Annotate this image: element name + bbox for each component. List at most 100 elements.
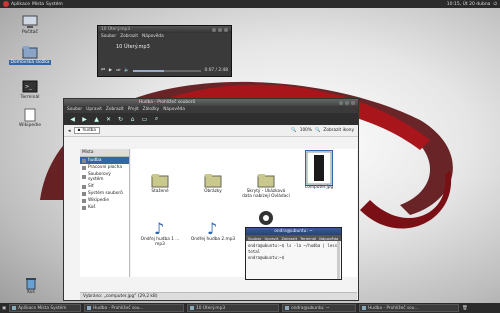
time-readout: 0:07 / 2:48	[204, 68, 228, 73]
window-titlebar[interactable]: ondra@ubuntu: ~	[246, 228, 341, 235]
menu-item-edit[interactable]: Upravit	[264, 236, 278, 241]
svg-text:♪: ♪	[207, 219, 217, 237]
file-item[interactable]: ♪ Ondřej hudba 1 ... mp3	[136, 219, 184, 248]
file-item[interactable]: ♪ Ondřej hudba 2.mp3	[189, 219, 237, 242]
terminal-line: ondra@ubuntu:~$ ls -la ~/hudba | less	[248, 243, 338, 248]
menu-item-help[interactable]: Nápověda	[142, 34, 164, 39]
menu-item-file[interactable]: Soubor	[67, 107, 82, 112]
menu-item-terminal[interactable]: Terminál	[300, 236, 316, 241]
file-item[interactable]: computer.jpg	[295, 150, 343, 190]
file-label: Obrázky	[204, 189, 222, 194]
power-icon[interactable]: ⏻	[493, 1, 497, 7]
sidebar-item-desktop[interactable]: Pracovní plocha	[80, 164, 129, 171]
sidebar-header[interactable]: Místa	[80, 149, 129, 157]
seek-bar[interactable]	[133, 69, 201, 72]
desktop-icon-computer[interactable]: Počítač	[8, 15, 52, 35]
file-item[interactable]	[242, 209, 290, 227]
up-icon[interactable]: ▲	[93, 116, 100, 123]
sidebar-item-system[interactable]: Systém souborů	[80, 190, 129, 197]
drive-icon	[82, 175, 86, 179]
maximize-icon[interactable]	[345, 100, 349, 105]
desktop-icon-trash[interactable]: Koš	[19, 276, 43, 295]
file-item[interactable]: Skrytý - Ukázková data nabízejí Ovládací	[242, 171, 290, 200]
taskbar-item-label: 10 Úterý.mp3	[196, 305, 226, 311]
media-player-window: 10 Úterý.mp3 Soubor Zobrazit Nápověda 10…	[97, 25, 232, 77]
desktop-icon-wikipedia[interactable]: Wikipedie	[8, 108, 52, 128]
previous-icon[interactable]: ⏮	[101, 68, 105, 73]
scrollbar[interactable]	[337, 241, 340, 279]
menu-item-bookmarks[interactable]: Záložky	[143, 107, 160, 112]
home-icon[interactable]: ⌂	[129, 116, 136, 123]
file-label: Ondřej hudba 1 ... mp3	[140, 237, 180, 248]
desktop-icon-label: Wikipedie	[19, 123, 41, 128]
file-item[interactable]: Obrázky	[189, 171, 237, 194]
terminal-icon: >_	[22, 80, 38, 93]
sidebar-item-music[interactable]: hudba	[80, 157, 129, 164]
show-desktop-icon[interactable]: ▣	[2, 306, 6, 311]
window-titlebar[interactable]: Hudba - Prohlížeč souborů	[64, 99, 358, 106]
desktop-icon-home[interactable]: Domovská složka	[8, 45, 52, 65]
sidebar-item-label: Koš	[88, 205, 96, 210]
taskbar-item[interactable]: Hudba - Prohlížeč sou...	[359, 304, 460, 312]
drive-icon	[82, 191, 86, 196]
stop-icon[interactable]: ✕	[105, 116, 112, 123]
home-folder-icon	[22, 46, 38, 59]
folder-icon	[257, 174, 275, 188]
minimize-icon[interactable]	[212, 27, 216, 32]
folder-icon	[362, 306, 367, 310]
play-icon[interactable]: ▶	[109, 68, 112, 73]
desktop-icon-label: Koš	[27, 290, 35, 295]
desktop-icon	[82, 165, 86, 170]
menu-item-help[interactable]: Nápověda	[319, 236, 338, 241]
taskbar-item-label: Hudba - Prohlížeč sou...	[368, 305, 419, 311]
menu-item-file[interactable]: Soubor	[101, 34, 116, 39]
zoom-out-icon[interactable]: 🔍	[291, 128, 296, 133]
menu-item-edit[interactable]: Upravit	[86, 107, 102, 112]
ubuntu-logo-icon	[3, 1, 9, 7]
taskbar-item[interactable]: ondra@ubuntu: ~	[282, 304, 357, 312]
menu-places[interactable]: Místa	[32, 2, 44, 7]
clock[interactable]: 10:15, Út 20 dubna	[447, 2, 491, 7]
menu-item-view[interactable]: Zobrazit	[120, 34, 138, 39]
menu-applications[interactable]: Aplikace	[11, 2, 30, 7]
menu-item-file[interactable]: Soubor	[248, 236, 261, 241]
volume-icon[interactable]: 🔈	[124, 68, 129, 73]
sidebar-item-filesystem[interactable]: Souborový systém	[80, 171, 129, 183]
search-icon[interactable]: ⌕	[153, 115, 160, 123]
sidebar-item-network[interactable]: Síť	[80, 183, 129, 190]
menu-system[interactable]: Systém	[46, 2, 63, 7]
taskbar-item[interactable]: 10 Úterý.mp3	[187, 304, 280, 312]
menu-item-go[interactable]: Přejít	[128, 107, 139, 112]
computer-icon[interactable]: ▭	[141, 116, 148, 123]
menu-item-help[interactable]: Nápověda	[163, 107, 185, 112]
folder-icon	[151, 174, 169, 188]
zoom-in-icon[interactable]: 🔍	[315, 128, 320, 133]
window-titlebar[interactable]: 10 Úterý.mp3	[98, 26, 231, 33]
terminal-output[interactable]: ondra@ubuntu:~$ ls -la ~/hudba | less to…	[246, 241, 341, 263]
taskbar-item[interactable]: Aplikace Místa Systém	[9, 304, 82, 312]
sidebar-item-wikipedia[interactable]: Wikipedie	[80, 197, 129, 204]
taskbar: ▣ Aplikace Místa Systém Hudba - Prohlíže…	[0, 303, 500, 313]
window-title: ondra@ubuntu: ~	[274, 229, 313, 234]
next-icon[interactable]: ⏭	[116, 68, 120, 73]
close-icon[interactable]	[351, 100, 355, 105]
trash-icon[interactable]: 🗑	[462, 306, 467, 311]
desktop-icon-terminal[interactable]: >_ Terminál	[8, 80, 52, 100]
back-icon[interactable]: ◀	[69, 116, 76, 123]
menu-item-view[interactable]: Zobrazit	[281, 236, 297, 241]
forward-icon[interactable]: ▶	[81, 116, 88, 123]
toggle-path-icon[interactable]: ◂	[68, 128, 71, 134]
menu-item-view[interactable]: Zobrazit	[106, 107, 124, 112]
file-item[interactable]: Stažené	[136, 171, 184, 194]
sidebar-item-trash[interactable]: Koš	[80, 204, 129, 211]
top-panel: Aplikace Místa Systém 10:15, Út 20 dubna…	[0, 0, 500, 8]
view-mode-select[interactable]: Zobrazit ikony	[323, 128, 354, 133]
minimize-icon[interactable]	[339, 100, 343, 105]
breadcrumb[interactable]: ▪ hudba	[73, 127, 100, 134]
maximize-icon[interactable]	[218, 27, 222, 32]
desktop-icon-label: Terminál	[20, 95, 40, 100]
document-icon	[24, 108, 36, 122]
taskbar-item[interactable]: Hudba - Prohlížeč sou...	[84, 304, 185, 312]
close-icon[interactable]	[224, 27, 228, 32]
reload-icon[interactable]: ↻	[117, 116, 124, 123]
